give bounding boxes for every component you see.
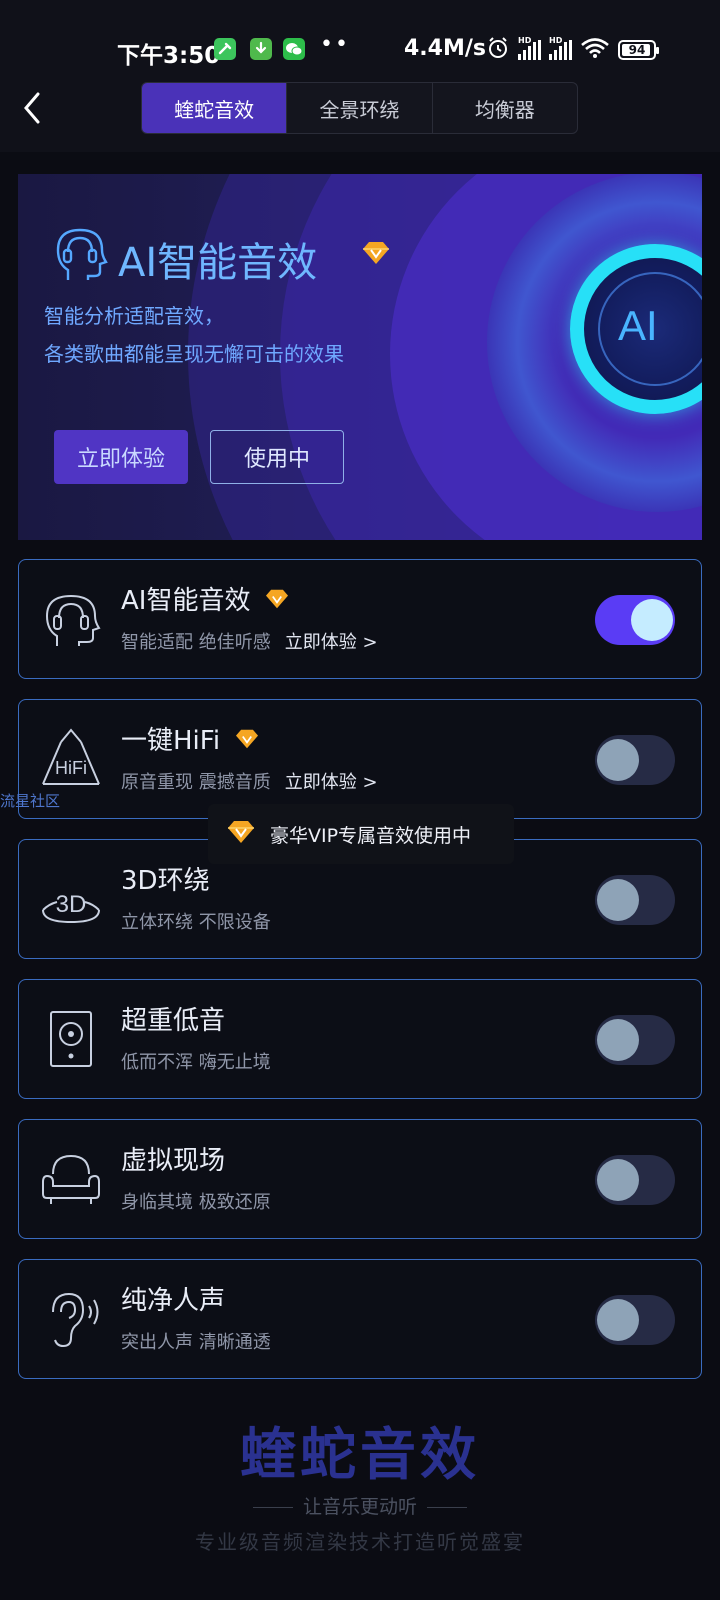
wechat-icon [283,38,305,60]
banner-desc-line2: 各类歌曲都能呈现无懈可击的效果 [44,342,344,366]
effect-desc: 立体环绕 不限设备 [121,912,271,933]
watermark: 流星社区 [0,792,61,810]
effect-toggle-vocal[interactable] [595,1295,675,1345]
effect-toggle-hifi[interactable] [595,735,675,785]
top-nav: 蝰蛇音效 全景环绕 均衡器 [0,80,720,152]
hifi-icon: HiFi [39,728,103,792]
effect-card-virtual[interactable]: 虚拟现场 身临其境 极致还原 [18,1119,702,1239]
tool-app-icon [214,38,236,60]
banner-title: AI智能音效 [118,240,318,286]
tab-panoramic-surround[interactable]: 全景环绕 [287,83,433,133]
effect-desc: 原音重现 震撼音质 [121,772,271,793]
effect-name: 超重低音 [121,1006,226,1036]
effect-desc: 身临其境 极致还原 [121,1192,271,1213]
try-now-button[interactable]: 立即体验 [54,430,188,484]
ear-icon [39,1288,103,1352]
svg-text:HiFi: HiFi [55,758,87,778]
status-more-dots: •• [320,32,350,57]
effect-name: 纯净人声 [121,1286,226,1316]
signal-icon-2: HD [549,36,572,60]
effect-card-bass[interactable]: 超重低音 低而不浑 嗨无止境 [18,979,702,1099]
battery-level: 94 [628,43,646,57]
vip-toast: 豪华VIP专属音效使用中 [208,804,514,864]
effect-try-link[interactable]: 立即体验 > [285,768,378,794]
svg-text:3D: 3D [56,891,87,918]
ai-head-icon [39,588,103,652]
in-use-button[interactable]: 使用中 [210,430,344,484]
alarm-icon [486,36,510,64]
effect-toggle-bass[interactable] [595,1015,675,1065]
back-arrow-icon[interactable] [16,90,52,126]
sofa-icon [39,1148,103,1212]
tab-viper-effects[interactable]: 蝰蛇音效 [142,83,288,133]
effect-name: 3D环绕 [121,866,210,896]
effect-desc: 突出人声 清晰通透 [121,1332,271,1353]
effect-toggle-3d[interactable] [595,875,675,925]
download-app-icon [250,38,272,60]
effect-card-hifi[interactable]: HiFi 一键HiFi 原音重现 震撼音质 立即体验 > [18,699,702,819]
vip-diamond-icon [361,240,391,266]
effect-card-vocal[interactable]: 纯净人声 突出人声 清晰通透 [18,1259,702,1379]
signal-icon: HD [518,36,541,60]
footer-tagline: 让音乐更动听 [0,1492,720,1519]
footer-brand: 蝰蛇音效 [240,1423,480,1488]
ai-disc-label: AI [618,302,658,349]
effect-name: 一键HiFi [121,726,221,756]
3d-surround-icon: 3D [39,868,103,932]
status-time: 下午3:50 [117,43,221,69]
effect-toggle-ai[interactable] [595,595,675,645]
effect-tabs: 蝰蛇音效 全景环绕 均衡器 [141,82,578,134]
footer-subtitle: 专业级音频渲染技术打造听觉盛宴 [195,1530,525,1554]
ai-effect-banner: AI AI智能音效 智能分析适配音效， 各类歌曲都能呈现无懈可击的效果 立即体验… [18,174,702,540]
network-speed: 4.4M/s [404,36,486,61]
battery-icon: 94 [618,40,659,60]
status-bar: 下午3:50 •• 4.4M/s HD HD 94 [0,0,720,80]
effect-desc: 智能适配 绝佳听感 [121,632,271,653]
speaker-icon [39,1008,103,1072]
effect-name: 虚拟现场 [121,1146,226,1176]
effect-card-ai[interactable]: AI智能音效 智能适配 绝佳听感 立即体验 > [18,559,702,679]
effect-toggle-virtual[interactable] [595,1155,675,1205]
effect-name: AI智能音效 [121,586,251,616]
vip-diamond-icon [264,588,290,610]
vip-diamond-icon [226,819,256,850]
effect-desc: 低而不浑 嗨无止境 [121,1052,271,1073]
ai-head-icon [52,224,110,286]
effect-try-link[interactable]: 立即体验 > [285,628,378,654]
vip-diamond-icon [234,728,260,750]
wifi-icon [580,37,610,63]
banner-desc-line1: 智能分析适配音效， [44,304,224,328]
tab-equalizer[interactable]: 均衡器 [433,83,577,133]
toast-text: 豪华VIP专属音效使用中 [270,824,472,847]
